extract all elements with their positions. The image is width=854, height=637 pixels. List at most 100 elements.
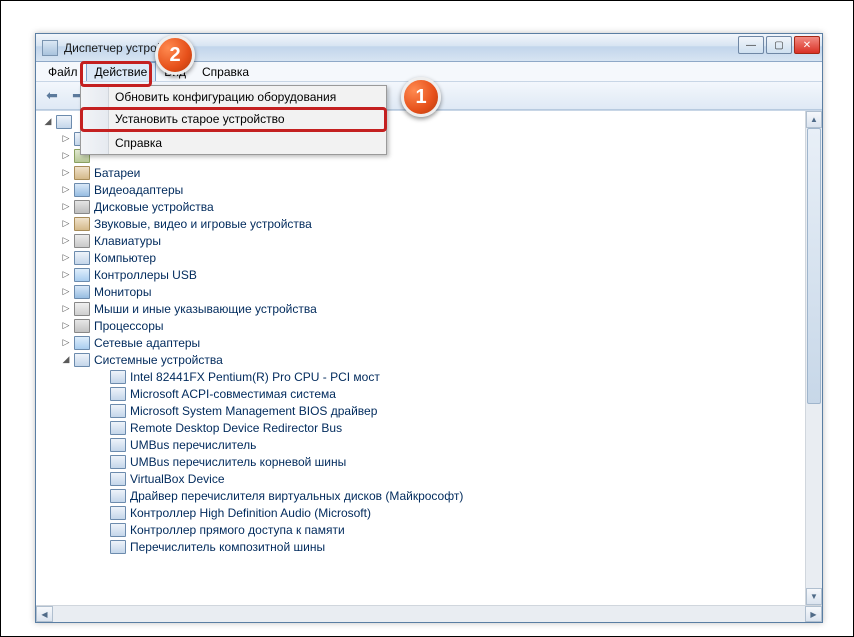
tree-device[interactable]: Перечислитель композитной шины xyxy=(38,538,805,555)
collapse-icon[interactable]: ◢ xyxy=(42,116,54,127)
device-tree[interactable]: ◢ ▷▷▷Батареи▷Видеоадаптеры▷Дисковые устр… xyxy=(36,111,805,605)
device-label: Intel 82441FX Pentium(R) Pro CPU - PCI м… xyxy=(130,370,380,384)
tree-device[interactable]: Remote Desktop Device Redirector Bus xyxy=(38,419,805,436)
horizontal-scrollbar[interactable]: ◀ ▶ xyxy=(36,605,822,622)
tree-category[interactable]: ▷ Мониторы xyxy=(38,283,805,300)
vertical-scrollbar[interactable]: ▲ ▼ xyxy=(805,111,822,605)
leaf-spacer xyxy=(96,457,108,467)
expand-icon[interactable]: ▷ xyxy=(60,320,72,331)
expand-icon[interactable]: ▷ xyxy=(60,303,72,314)
category-label: Клавиатуры xyxy=(94,234,161,248)
device-category-icon xyxy=(74,302,90,316)
tree-category[interactable]: ▷ Контроллеры USB xyxy=(38,266,805,283)
tree-category[interactable]: ▷Звуковые, видео и игровые устройства xyxy=(38,215,805,232)
expand-icon[interactable]: ▷ xyxy=(60,167,72,178)
tree-device[interactable]: VirtualBox Device xyxy=(38,470,805,487)
maximize-button[interactable]: ▢ xyxy=(766,36,792,54)
expand-icon[interactable]: ▷ xyxy=(60,201,72,212)
device-icon xyxy=(110,455,126,469)
callout-number: 1 xyxy=(415,86,426,109)
leaf-spacer xyxy=(96,406,108,416)
tree-device[interactable]: UMBus перечислитель xyxy=(38,436,805,453)
menu-file-label: Файл xyxy=(48,65,78,79)
dropdown-scan-hardware[interactable]: Обновить конфигурацию оборудования xyxy=(81,86,386,108)
device-icon xyxy=(110,438,126,452)
content-area: ◢ ▷▷▷Батареи▷Видеоадаптеры▷Дисковые устр… xyxy=(36,110,822,605)
scroll-left-button[interactable]: ◀ xyxy=(36,606,53,622)
leaf-spacer xyxy=(96,525,108,535)
leaf-spacer xyxy=(96,491,108,501)
dropdown-help[interactable]: Справка xyxy=(81,132,386,154)
device-category-icon xyxy=(74,166,90,180)
device-category-icon xyxy=(74,336,90,350)
device-label: Microsoft System Management BIOS драйвер xyxy=(130,404,377,418)
device-category-icon xyxy=(74,268,90,282)
category-label: Системные устройства xyxy=(94,353,223,367)
device-category-icon xyxy=(74,217,90,231)
expand-icon[interactable]: ▷ xyxy=(60,150,72,161)
menu-file[interactable]: Файл xyxy=(40,62,86,81)
category-label: Контроллеры USB xyxy=(94,268,197,282)
tree-device[interactable]: UMBus перечислитель корневой шины xyxy=(38,453,805,470)
scroll-thumb[interactable] xyxy=(807,128,821,404)
computer-icon xyxy=(56,115,72,129)
tree-category[interactable]: ▷ Дисковые устройства xyxy=(38,198,805,215)
scroll-up-button[interactable]: ▲ xyxy=(806,111,822,128)
device-label: Контроллер прямого доступа к памяти xyxy=(130,523,345,537)
menu-help[interactable]: Справка xyxy=(194,62,257,81)
leaf-spacer xyxy=(96,542,108,552)
scroll-down-button[interactable]: ▼ xyxy=(806,588,822,605)
tree-category[interactable]: ▷ Клавиатуры xyxy=(38,232,805,249)
leaf-spacer xyxy=(96,474,108,484)
tree-device[interactable]: Контроллер High Definition Audio (Micros… xyxy=(38,504,805,521)
menu-action[interactable]: Действие xyxy=(86,62,157,81)
expand-icon[interactable]: ▷ xyxy=(60,235,72,246)
tree-device[interactable]: Intel 82441FX Pentium(R) Pro CPU - PCI м… xyxy=(38,368,805,385)
category-label: Батареи xyxy=(94,166,140,180)
tree-device[interactable]: Драйвер перечислителя виртуальных дисков… xyxy=(38,487,805,504)
tree-category[interactable]: ▷ Компьютер xyxy=(38,249,805,266)
scroll-right-button[interactable]: ▶ xyxy=(805,606,822,622)
leaf-spacer xyxy=(96,440,108,450)
expand-icon[interactable]: ▷ xyxy=(60,184,72,195)
dropdown-add-legacy[interactable]: Установить старое устройство xyxy=(81,108,386,130)
collapse-icon[interactable]: ◢ xyxy=(60,354,72,365)
action-dropdown: Обновить конфигурацию оборудования Устан… xyxy=(80,85,387,155)
expand-icon[interactable]: ▷ xyxy=(60,218,72,229)
titlebar[interactable]: Диспетчер устройств — ▢ ✕ xyxy=(36,34,822,62)
tree-category[interactable]: ▷Процессоры xyxy=(38,317,805,334)
close-button[interactable]: ✕ xyxy=(794,36,820,54)
category-label: Компьютер xyxy=(94,251,156,265)
category-label: Мыши и иные указывающие устройства xyxy=(94,302,317,316)
device-icon xyxy=(110,404,126,418)
category-label: Дисковые устройства xyxy=(94,200,214,214)
device-category-icon xyxy=(74,285,90,299)
dropdown-item-label: Установить старое устройство xyxy=(115,112,285,126)
device-label: Remote Desktop Device Redirector Bus xyxy=(130,421,342,435)
app-icon xyxy=(42,40,58,56)
tree-category[interactable]: ▷ Батареи xyxy=(38,164,805,181)
tree-device[interactable]: Microsoft ACPI-совместимая система xyxy=(38,385,805,402)
tree-category[interactable]: ▷ Мыши и иные указывающие устройства xyxy=(38,300,805,317)
minimize-button[interactable]: — xyxy=(738,36,764,54)
tree-category[interactable]: ◢ Системные устройства xyxy=(38,351,805,368)
scroll-track-h[interactable] xyxy=(53,606,805,622)
expand-icon[interactable]: ▷ xyxy=(60,133,72,144)
category-label: Мониторы xyxy=(94,285,151,299)
expand-icon[interactable]: ▷ xyxy=(60,337,72,348)
device-label: Перечислитель композитной шины xyxy=(130,540,325,554)
back-button[interactable]: ⬅ xyxy=(42,86,62,106)
tree-category[interactable]: ▷Видеоадаптеры xyxy=(38,181,805,198)
expand-icon[interactable]: ▷ xyxy=(60,252,72,263)
expand-icon[interactable]: ▷ xyxy=(60,269,72,280)
tree-category[interactable]: ▷Сетевые адаптеры xyxy=(38,334,805,351)
leaf-spacer xyxy=(96,423,108,433)
tree-device[interactable]: Microsoft System Management BIOS драйвер xyxy=(38,402,805,419)
tree-device[interactable]: Контроллер прямого доступа к памяти xyxy=(38,521,805,538)
scroll-track[interactable] xyxy=(806,128,822,588)
device-icon xyxy=(110,472,126,486)
window-controls: — ▢ ✕ xyxy=(738,36,820,54)
expand-icon[interactable]: ▷ xyxy=(60,286,72,297)
leaf-spacer xyxy=(96,372,108,382)
annotation-callout-1: 1 xyxy=(401,77,441,117)
